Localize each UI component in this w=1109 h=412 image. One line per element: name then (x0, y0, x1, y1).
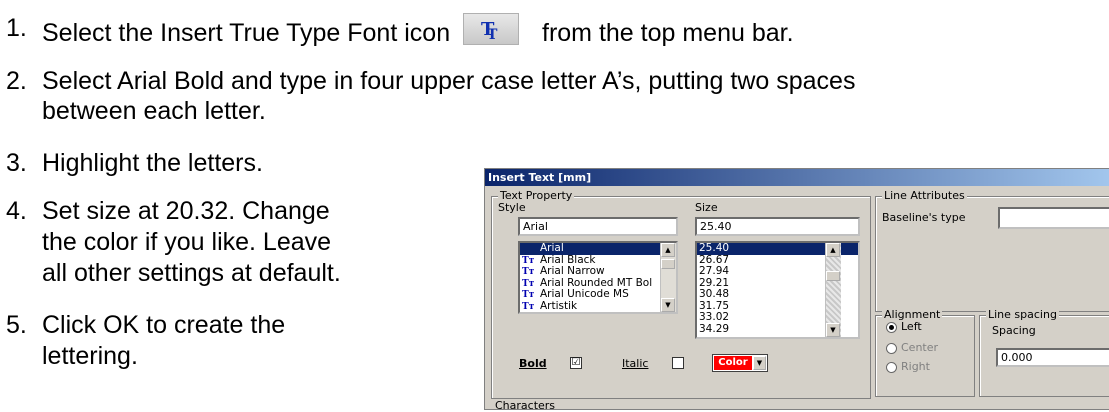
line-attributes-label: Line Attributes (882, 189, 967, 202)
bold-checkbox[interactable]: ☑ (570, 357, 582, 369)
step-text-line2: the color if you like. Leave (42, 228, 332, 256)
size-label: Size (695, 201, 718, 214)
step-5: 5. Click OK to create the lettering. (6, 310, 476, 374)
font-item[interactable]: Tт Artistik (520, 300, 676, 313)
line-spacing-label: Line spacing (986, 308, 1059, 321)
truetype-icon: Tт (522, 301, 535, 312)
step-4: 4. Set size at 20.32. Change the color i… (6, 196, 476, 291)
step-text: Click OK to create the (42, 311, 286, 339)
spacing-label: Spacing (992, 324, 1036, 337)
spacing-input[interactable]: 0.000 (996, 348, 1109, 367)
step-2: 2. Select Arial Bold and type in four up… (6, 66, 1106, 128)
style-label: Style (498, 201, 526, 214)
chevron-down-icon[interactable]: ▼ (753, 356, 766, 370)
font-list-scrollbar[interactable]: ▲ ▼ (660, 243, 676, 312)
step-text-after: from the top menu bar. (542, 19, 794, 47)
align-left-radio[interactable] (886, 322, 897, 333)
scroll-thumb[interactable] (661, 259, 675, 269)
step-text: Select Arial Bold and type in four upper… (42, 67, 856, 95)
scroll-down-icon[interactable]: ▼ (826, 323, 840, 337)
scroll-thumb[interactable] (826, 271, 840, 281)
size-list[interactable]: 25.40 26.67 27.94 29.21 30.48 31.75 33.0… (695, 241, 860, 339)
size-list-scrollbar[interactable]: ▲ ▼ (825, 243, 841, 337)
align-left-label: Left (901, 320, 922, 333)
align-center-label: Center (901, 341, 939, 354)
step-number: 5. (6, 311, 27, 339)
step-text: Highlight the letters. (42, 149, 263, 177)
size-input[interactable]: 25.40 (695, 217, 860, 236)
style-input[interactable]: Arial (518, 217, 678, 236)
truetype-icon: Tт (522, 267, 535, 277)
step-text: Select the Insert True Type Font icon (42, 19, 451, 47)
italic-checkbox[interactable] (672, 357, 684, 369)
bold-label: Bold (519, 357, 547, 370)
font-list[interactable]: Arial Tт Arial Black Tт Arial Narrow Tт Ari… (518, 241, 678, 314)
step-number: 4. (6, 197, 27, 225)
step-number: 2. (6, 67, 27, 95)
scroll-up-icon[interactable]: ▲ (826, 243, 840, 257)
baseline-label: Baseline's type (882, 211, 966, 224)
color-picker[interactable]: Color ▼ (712, 354, 768, 372)
color-swatch: Color (714, 356, 752, 370)
step-1: 1. Select the Insert True Type Font icon… (6, 13, 1106, 47)
svg-text:T: T (487, 27, 498, 41)
text-property-group: Text Property Style Size Arial 25.40 Ari… (491, 189, 871, 399)
line-attributes-group: Line Attributes Baseline's type (875, 189, 1109, 312)
step-text-line2: between each letter. (42, 97, 266, 125)
step-number: 1. (6, 14, 27, 42)
step-number: 3. (6, 149, 27, 177)
step-3: 3. Highlight the letters. (6, 148, 466, 179)
italic-label: Italic (622, 357, 649, 370)
insert-text-dialog: Insert Text [mm] Text Property Style Siz… (484, 168, 1109, 412)
dialog-title: Insert Text [mm] (485, 169, 1109, 186)
characters-label: Characters (495, 399, 556, 412)
step-text: Set size at 20.32. Change (42, 197, 330, 225)
align-right-radio[interactable] (886, 362, 897, 373)
alignment-group: Alignment Left Center Right (875, 308, 975, 397)
baseline-select[interactable] (998, 207, 1109, 229)
scroll-up-icon[interactable]: ▲ (661, 243, 675, 257)
truetype-icon: Tт (522, 290, 535, 300)
step-text-line2: lettering. (42, 342, 138, 370)
scroll-down-icon[interactable]: ▼ (661, 298, 675, 312)
insert-truetype-font-icon: T T (463, 13, 520, 45)
line-spacing-group: Line spacing Spacing 0.000 (979, 308, 1109, 397)
align-center-radio[interactable] (886, 343, 897, 354)
align-right-label: Right (901, 360, 930, 373)
step-text-line3: all other settings at default. (42, 259, 341, 287)
